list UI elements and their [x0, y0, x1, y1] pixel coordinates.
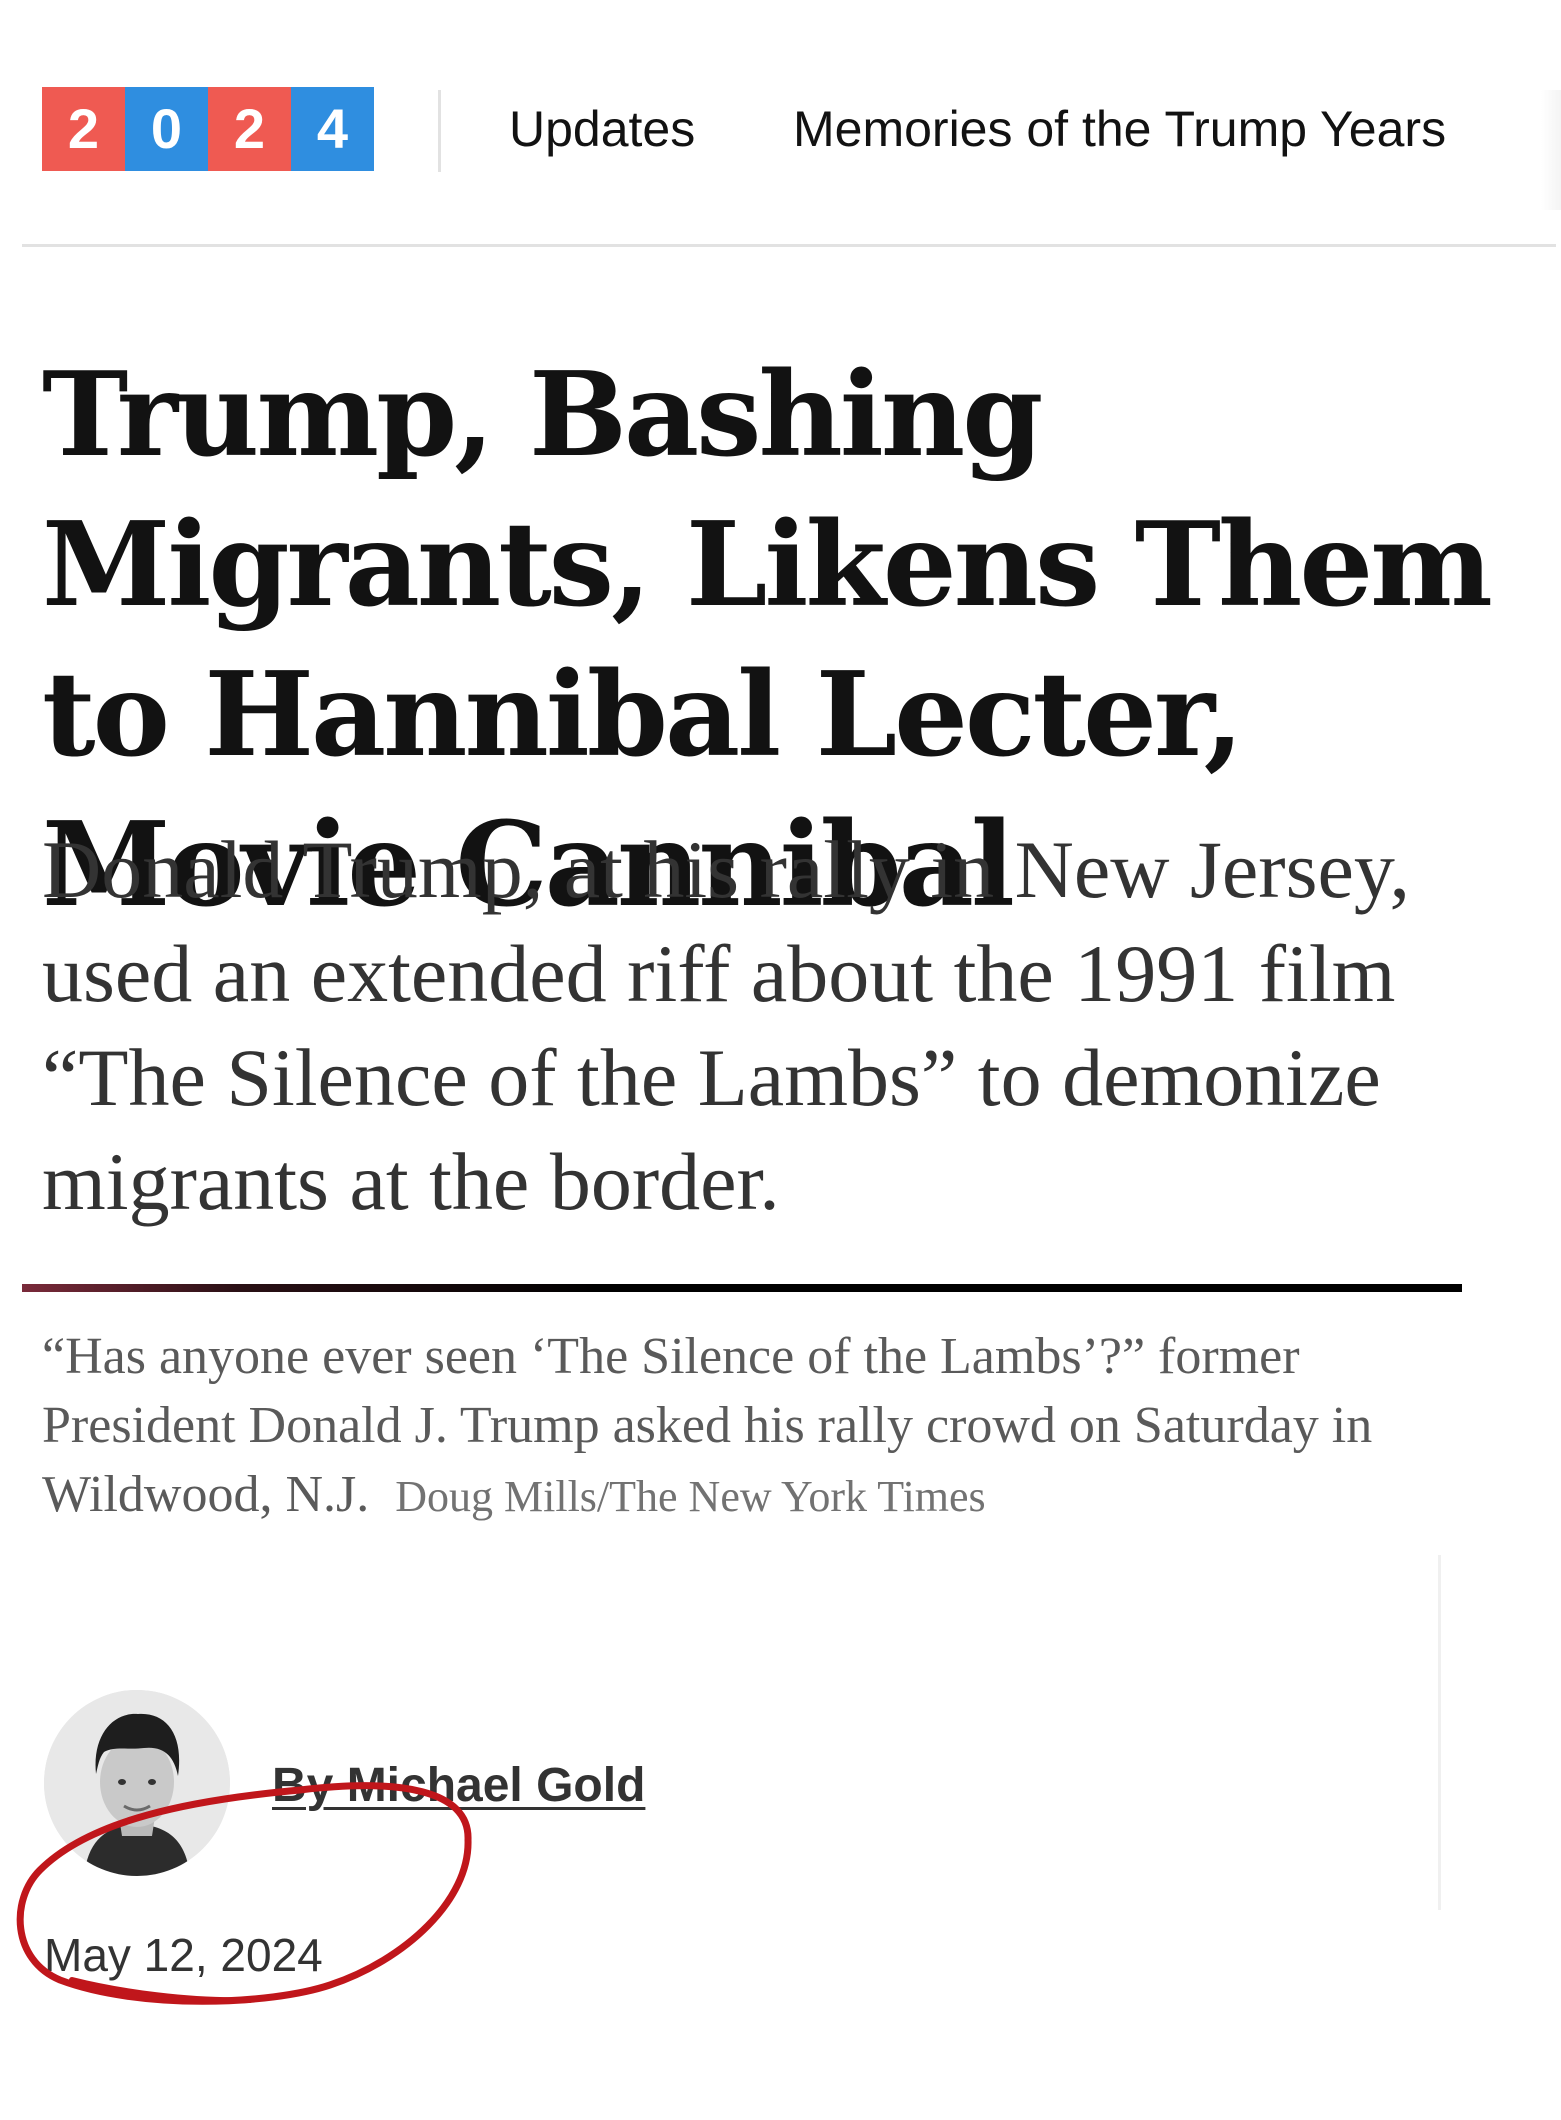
election-2024-logo[interactable]: 2 0 2 4 — [42, 87, 374, 171]
nav-scroll-fade — [1541, 90, 1561, 210]
author-avatar[interactable] — [44, 1690, 230, 1876]
photo-credit: Doug Mills/The New York Times — [395, 1472, 986, 1521]
author-byline-link[interactable]: By Michael Gold — [272, 1758, 645, 1813]
author-portrait-image — [44, 1690, 230, 1876]
photo-caption: “Has anyone ever seen ‘The Silence of th… — [42, 1322, 1442, 1531]
nav-link-memories-trump-years[interactable]: Memories of the Trump Years — [793, 100, 1446, 158]
logo-digit: 2 — [42, 87, 125, 171]
nav-bottom-rule — [22, 244, 1556, 247]
section-nav: 2 0 2 4 Updates Memories of the Trump Ye… — [0, 0, 1561, 250]
logo-digit: 4 — [291, 87, 374, 171]
publish-date: May 12, 2024 — [44, 1929, 323, 1981]
media-top-edge — [22, 1284, 1462, 1292]
nav-link-updates[interactable]: Updates — [509, 100, 695, 158]
side-divider — [1438, 1555, 1441, 1910]
logo-digit: 2 — [208, 87, 291, 171]
nav-divider — [438, 90, 441, 172]
logo-digit: 0 — [125, 87, 208, 171]
article-summary: Donald Trump, at his rally in New Jersey… — [42, 824, 1411, 1227]
